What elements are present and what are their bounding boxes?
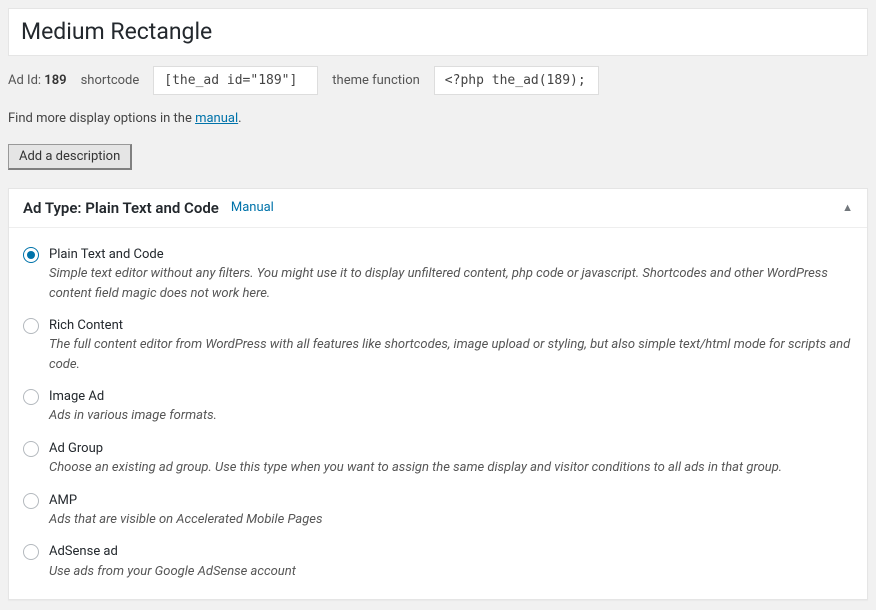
ad-id-label: Ad Id: 189 [8, 73, 67, 88]
theme-function-label: theme function [332, 73, 420, 88]
ad-type-option: Ad Group Choose an existing ad group. Use… [23, 440, 853, 478]
panel-header: Ad Type: Plain Text and Code Manual ▲ [9, 189, 867, 228]
radio-icon[interactable] [23, 318, 39, 334]
panel-heading: Ad Type: Plain Text and Code [23, 199, 219, 217]
panel-manual-link[interactable]: Manual [231, 200, 274, 215]
ad-type-option: AMP Ads that are visible on Accelerated M… [23, 492, 853, 530]
ad-type-description: Ads that are visible on Accelerated Mobi… [49, 512, 322, 527]
collapse-toggle-icon[interactable]: ▲ [842, 201, 853, 214]
ad-type-option: Plain Text and Code Simple text editor wi… [23, 246, 853, 303]
ad-type-label[interactable]: Image Ad [49, 388, 853, 406]
help-line: Find more display options in the manual. [8, 111, 868, 126]
shortcode-input[interactable] [153, 66, 318, 95]
ad-type-label[interactable]: AMP [49, 492, 853, 510]
radio-content: Rich Content The full content editor from… [49, 317, 853, 374]
radio-icon[interactable] [23, 544, 39, 560]
radio-icon[interactable] [23, 247, 39, 263]
radio-icon[interactable] [23, 389, 39, 405]
ad-type-label[interactable]: AdSense ad [49, 543, 853, 561]
radio-icon[interactable] [23, 441, 39, 457]
ad-type-panel: Ad Type: Plain Text and Code Manual ▲ Pl… [8, 188, 868, 600]
manual-link[interactable]: manual [195, 111, 238, 126]
ad-type-option: AdSense ad Use ads from your Google AdSen… [23, 543, 853, 581]
page-title: Medium Rectangle [21, 17, 855, 47]
radio-icon[interactable] [23, 493, 39, 509]
ad-type-description: Simple text editor without any filters. … [49, 266, 828, 301]
add-description-button[interactable]: Add a description [8, 144, 132, 170]
ad-type-description: Ads in various image formats. [49, 408, 217, 423]
ad-type-label[interactable]: Ad Group [49, 440, 853, 458]
radio-content: Ad Group Choose an existing ad group. Use… [49, 440, 853, 478]
radio-content: AMP Ads that are visible on Accelerated M… [49, 492, 853, 530]
ad-type-option: Image Ad Ads in various image formats. [23, 388, 853, 426]
info-row: Ad Id: 189 shortcode theme function [8, 66, 868, 95]
title-box: Medium Rectangle [8, 8, 868, 56]
panel-body: Plain Text and Code Simple text editor wi… [9, 228, 867, 599]
ad-type-description: Choose an existing ad group. Use this ty… [49, 460, 782, 475]
shortcode-label: shortcode [81, 73, 140, 88]
radio-content: AdSense ad Use ads from your Google AdSen… [49, 543, 853, 581]
theme-function-input[interactable] [434, 66, 599, 95]
ad-type-description: Use ads from your Google AdSense account [49, 564, 296, 579]
radio-content: Image Ad Ads in various image formats. [49, 388, 853, 426]
ad-type-option: Rich Content The full content editor from… [23, 317, 853, 374]
ad-type-label[interactable]: Rich Content [49, 317, 853, 335]
radio-content: Plain Text and Code Simple text editor wi… [49, 246, 853, 303]
ad-type-label[interactable]: Plain Text and Code [49, 246, 853, 264]
ad-type-description: The full content editor from WordPress w… [49, 337, 850, 372]
